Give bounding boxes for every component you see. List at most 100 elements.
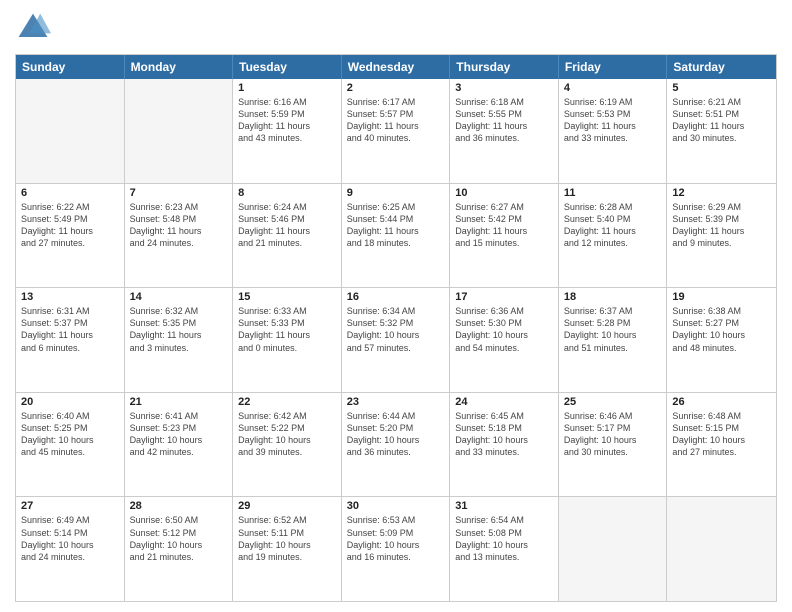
cell-info-line: Daylight: 10 hours bbox=[347, 539, 445, 551]
cell-info-line: and 40 minutes. bbox=[347, 132, 445, 144]
cell-info-line: Sunrise: 6:44 AM bbox=[347, 410, 445, 422]
calendar-cell: 17Sunrise: 6:36 AMSunset: 5:30 PMDayligh… bbox=[450, 288, 559, 392]
cell-info-line: Daylight: 11 hours bbox=[21, 329, 119, 341]
cell-info-line: Sunset: 5:27 PM bbox=[672, 317, 771, 329]
cell-info-line: Daylight: 10 hours bbox=[238, 434, 336, 446]
calendar-cell bbox=[667, 497, 776, 601]
calendar-cell: 16Sunrise: 6:34 AMSunset: 5:32 PMDayligh… bbox=[342, 288, 451, 392]
day-number: 26 bbox=[672, 396, 771, 408]
day-number: 19 bbox=[672, 291, 771, 303]
cell-info-line: Sunrise: 6:32 AM bbox=[130, 305, 228, 317]
cell-info-line: Sunset: 5:44 PM bbox=[347, 213, 445, 225]
cell-info-line: Daylight: 11 hours bbox=[564, 120, 662, 132]
cell-info-line: and 30 minutes. bbox=[564, 446, 662, 458]
cell-info-line: Sunset: 5:22 PM bbox=[238, 422, 336, 434]
cell-info-line: Daylight: 11 hours bbox=[238, 329, 336, 341]
weekday-header: Sunday bbox=[16, 55, 125, 79]
cell-info-line: Sunset: 5:59 PM bbox=[238, 108, 336, 120]
cell-info-line: Sunrise: 6:42 AM bbox=[238, 410, 336, 422]
calendar-cell: 23Sunrise: 6:44 AMSunset: 5:20 PMDayligh… bbox=[342, 393, 451, 497]
cell-info-line: Daylight: 10 hours bbox=[347, 329, 445, 341]
cell-info-line: and 57 minutes. bbox=[347, 342, 445, 354]
cell-info-line: Sunrise: 6:23 AM bbox=[130, 201, 228, 213]
cell-info-line: Sunset: 5:48 PM bbox=[130, 213, 228, 225]
day-number: 7 bbox=[130, 187, 228, 199]
calendar-cell: 25Sunrise: 6:46 AMSunset: 5:17 PMDayligh… bbox=[559, 393, 668, 497]
day-number: 6 bbox=[21, 187, 119, 199]
cell-info-line: and 33 minutes. bbox=[455, 446, 553, 458]
cell-info-line: and 6 minutes. bbox=[21, 342, 119, 354]
cell-info-line: Sunrise: 6:48 AM bbox=[672, 410, 771, 422]
cell-info-line: and 24 minutes. bbox=[130, 237, 228, 249]
day-number: 27 bbox=[21, 500, 119, 512]
cell-info-line: Sunrise: 6:50 AM bbox=[130, 514, 228, 526]
logo-icon bbox=[15, 10, 51, 46]
cell-info-line: Daylight: 11 hours bbox=[130, 329, 228, 341]
cell-info-line: and 3 minutes. bbox=[130, 342, 228, 354]
cell-info-line: and 18 minutes. bbox=[347, 237, 445, 249]
calendar-cell: 11Sunrise: 6:28 AMSunset: 5:40 PMDayligh… bbox=[559, 184, 668, 288]
cell-info-line: and 13 minutes. bbox=[455, 551, 553, 563]
cell-info-line: and 36 minutes. bbox=[455, 132, 553, 144]
cell-info-line: and 45 minutes. bbox=[21, 446, 119, 458]
day-number: 16 bbox=[347, 291, 445, 303]
cell-info-line: Sunrise: 6:25 AM bbox=[347, 201, 445, 213]
cell-info-line: Sunrise: 6:22 AM bbox=[21, 201, 119, 213]
calendar-cell: 21Sunrise: 6:41 AMSunset: 5:23 PMDayligh… bbox=[125, 393, 234, 497]
cell-info-line: Daylight: 10 hours bbox=[455, 539, 553, 551]
cell-info-line: and 36 minutes. bbox=[347, 446, 445, 458]
calendar-cell: 31Sunrise: 6:54 AMSunset: 5:08 PMDayligh… bbox=[450, 497, 559, 601]
cell-info-line: Daylight: 10 hours bbox=[21, 539, 119, 551]
cell-info-line: Sunrise: 6:31 AM bbox=[21, 305, 119, 317]
cell-info-line: Sunrise: 6:24 AM bbox=[238, 201, 336, 213]
cell-info-line: Daylight: 10 hours bbox=[130, 539, 228, 551]
day-number: 15 bbox=[238, 291, 336, 303]
cell-info-line: Sunset: 5:23 PM bbox=[130, 422, 228, 434]
cell-info-line: Sunrise: 6:33 AM bbox=[238, 305, 336, 317]
cell-info-line: Sunset: 5:39 PM bbox=[672, 213, 771, 225]
cell-info-line: Sunset: 5:42 PM bbox=[455, 213, 553, 225]
day-number: 2 bbox=[347, 82, 445, 94]
cell-info-line: Daylight: 11 hours bbox=[672, 225, 771, 237]
cell-info-line: Daylight: 11 hours bbox=[347, 120, 445, 132]
cell-info-line: Daylight: 10 hours bbox=[672, 434, 771, 446]
calendar-cell: 24Sunrise: 6:45 AMSunset: 5:18 PMDayligh… bbox=[450, 393, 559, 497]
cell-info-line: Sunrise: 6:18 AM bbox=[455, 96, 553, 108]
cell-info-line: Sunrise: 6:38 AM bbox=[672, 305, 771, 317]
cell-info-line: Daylight: 11 hours bbox=[455, 120, 553, 132]
cell-info-line: Sunset: 5:18 PM bbox=[455, 422, 553, 434]
calendar-cell bbox=[125, 79, 234, 183]
calendar-cell bbox=[16, 79, 125, 183]
cell-info-line: and 30 minutes. bbox=[672, 132, 771, 144]
cell-info-line: Sunset: 5:35 PM bbox=[130, 317, 228, 329]
cell-info-line: and 12 minutes. bbox=[564, 237, 662, 249]
day-number: 30 bbox=[347, 500, 445, 512]
cell-info-line: Sunset: 5:25 PM bbox=[21, 422, 119, 434]
cell-info-line: Daylight: 10 hours bbox=[672, 329, 771, 341]
day-number: 29 bbox=[238, 500, 336, 512]
day-number: 22 bbox=[238, 396, 336, 408]
cell-info-line: and 27 minutes. bbox=[21, 237, 119, 249]
day-number: 21 bbox=[130, 396, 228, 408]
calendar: SundayMondayTuesdayWednesdayThursdayFrid… bbox=[15, 54, 777, 602]
cell-info-line: Sunset: 5:55 PM bbox=[455, 108, 553, 120]
cell-info-line: and 21 minutes. bbox=[238, 237, 336, 249]
calendar-cell: 5Sunrise: 6:21 AMSunset: 5:51 PMDaylight… bbox=[667, 79, 776, 183]
cell-info-line: Sunrise: 6:37 AM bbox=[564, 305, 662, 317]
calendar-cell: 12Sunrise: 6:29 AMSunset: 5:39 PMDayligh… bbox=[667, 184, 776, 288]
weekday-header: Tuesday bbox=[233, 55, 342, 79]
cell-info-line: Sunset: 5:17 PM bbox=[564, 422, 662, 434]
cell-info-line: Daylight: 11 hours bbox=[21, 225, 119, 237]
cell-info-line: and 33 minutes. bbox=[564, 132, 662, 144]
day-number: 24 bbox=[455, 396, 553, 408]
calendar-cell: 29Sunrise: 6:52 AMSunset: 5:11 PMDayligh… bbox=[233, 497, 342, 601]
cell-info-line: Sunset: 5:30 PM bbox=[455, 317, 553, 329]
cell-info-line: Sunrise: 6:40 AM bbox=[21, 410, 119, 422]
cell-info-line: Sunset: 5:20 PM bbox=[347, 422, 445, 434]
cell-info-line: Sunset: 5:14 PM bbox=[21, 527, 119, 539]
day-number: 20 bbox=[21, 396, 119, 408]
cell-info-line: Daylight: 10 hours bbox=[564, 329, 662, 341]
cell-info-line: Daylight: 11 hours bbox=[238, 225, 336, 237]
header bbox=[15, 10, 777, 46]
cell-info-line: Daylight: 10 hours bbox=[238, 539, 336, 551]
